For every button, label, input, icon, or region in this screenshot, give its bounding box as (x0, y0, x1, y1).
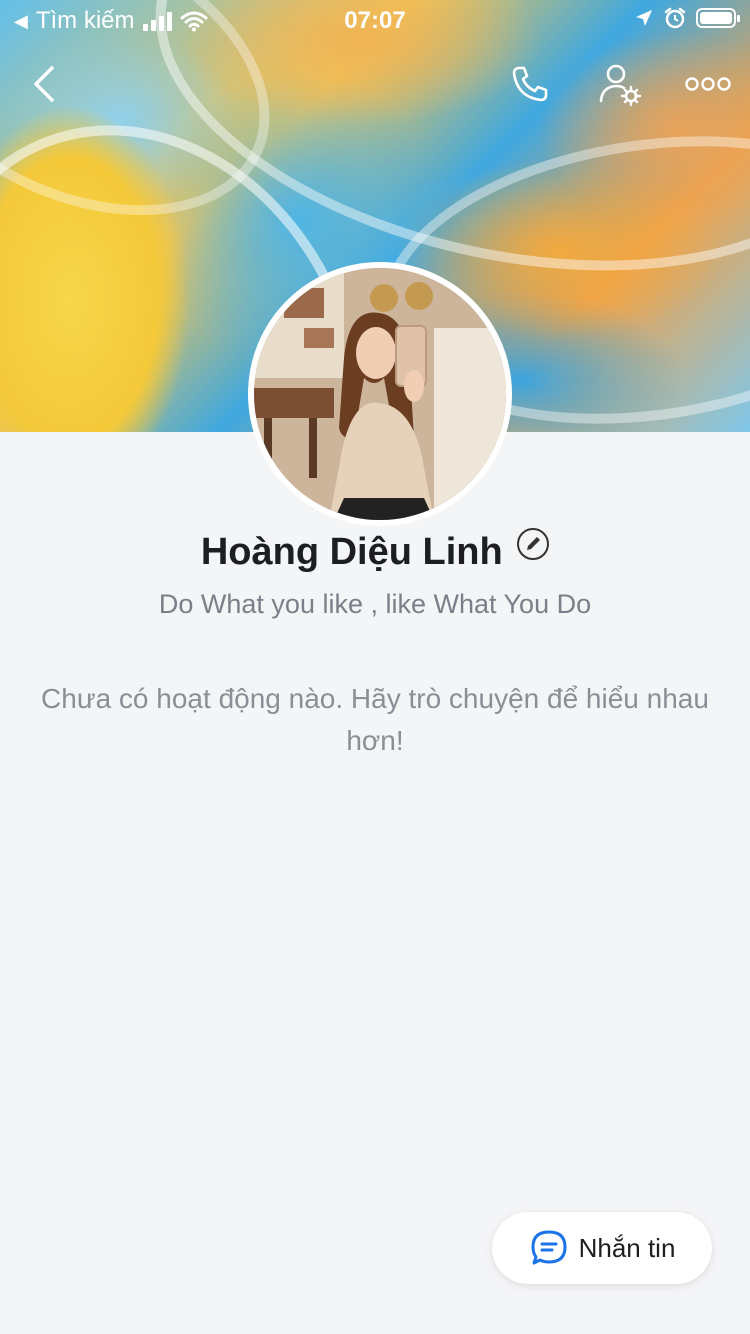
avatar-illustration (254, 268, 506, 520)
user-settings-icon (599, 64, 642, 107)
call-button[interactable] (504, 58, 556, 110)
profile-name-row: Hoàng Diệu Linh (0, 528, 750, 574)
location-icon (636, 10, 652, 26)
chat-icon (531, 1230, 567, 1265)
edit-name-button[interactable] (517, 528, 550, 560)
more-button[interactable] (682, 58, 734, 110)
edit-icon (527, 537, 541, 550)
message-button-label: Nhắn tin (578, 1232, 676, 1263)
avatar[interactable] (248, 262, 512, 526)
profile-name: Hoàng Diệu Linh (200, 531, 503, 573)
status-bar: ◀ Tìm kiếm 07:07 (0, 0, 750, 40)
battery-icon (696, 8, 740, 28)
alarm-icon (664, 7, 686, 29)
profile-status: Do What you like , like What You Do (158, 589, 592, 619)
avatar-photo (254, 268, 506, 520)
phone-icon (512, 66, 548, 102)
empty-feed-message: Chưa có hoạt động nào. Hãy trò chuyện để… (41, 683, 709, 756)
message-button[interactable]: Nhắn tin (492, 1212, 712, 1284)
back-button[interactable] (18, 58, 70, 110)
more-icon (685, 77, 731, 91)
profile-settings-button[interactable] (594, 58, 646, 110)
back-icon (34, 66, 54, 102)
status-right (634, 7, 740, 29)
